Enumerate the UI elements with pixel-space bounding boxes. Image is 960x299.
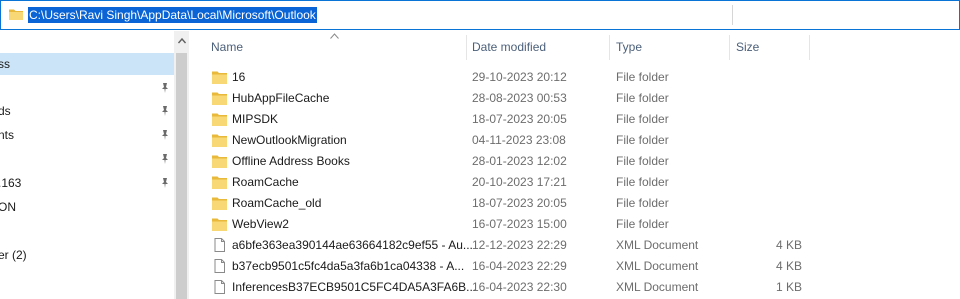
file-type: XML Document bbox=[616, 238, 699, 252]
document-icon bbox=[214, 280, 225, 294]
pin-icon[interactable] bbox=[160, 130, 170, 140]
file-type: File folder bbox=[616, 133, 669, 147]
file-name[interactable]: 16 bbox=[232, 67, 245, 88]
column-header-size[interactable]: Size bbox=[736, 31, 759, 63]
nav-item[interactable] bbox=[0, 77, 174, 99]
nav-item[interactable]: ds bbox=[0, 100, 174, 122]
nav-item[interactable]: nts bbox=[0, 124, 174, 146]
address-bar[interactable]: C:\Users\Ravi Singh\AppData\Local\Micros… bbox=[0, 0, 960, 30]
file-row[interactable]: RoamCache_old 18-07-2023 20:05 File fold… bbox=[190, 193, 960, 214]
file-type: File folder bbox=[616, 112, 669, 126]
file-date: 18-07-2023 20:05 bbox=[472, 196, 567, 210]
file-row[interactable]: RoamCache 20-10-2023 17:21 File folder bbox=[190, 172, 960, 193]
file-type: File folder bbox=[616, 217, 669, 231]
address-path[interactable]: C:\Users\Ravi Singh\AppData\Local\Micros… bbox=[28, 7, 317, 23]
file-type: File folder bbox=[616, 196, 669, 210]
sort-ascending-icon bbox=[330, 33, 339, 39]
pin-icon[interactable] bbox=[160, 178, 170, 188]
column-divider[interactable] bbox=[466, 35, 467, 60]
file-date: 18-07-2023 20:05 bbox=[472, 112, 567, 126]
nav-item[interactable] bbox=[0, 220, 174, 242]
nav-item-label: nts bbox=[0, 128, 15, 142]
nav-item[interactable]: ON bbox=[0, 196, 174, 218]
file-size: 4 KB bbox=[775, 259, 802, 273]
file-row[interactable]: NewOutlookMigration 04-11-2023 23:08 Fil… bbox=[190, 130, 960, 151]
folder-icon bbox=[212, 155, 227, 168]
file-name[interactable]: MIPSDK bbox=[232, 109, 278, 130]
file-date: 04-11-2023 23:08 bbox=[472, 133, 566, 147]
column-header-date[interactable]: Date modified bbox=[472, 31, 546, 63]
nav-item-label: .163 bbox=[0, 176, 22, 190]
nav-item[interactable]: .163 bbox=[0, 172, 174, 194]
file-row[interactable]: 16 29-10-2023 20:12 File folder bbox=[190, 67, 960, 88]
file-name[interactable]: Offline Address Books bbox=[232, 151, 350, 172]
folder-icon bbox=[212, 197, 227, 210]
file-date: 16-04-2023 22:30 bbox=[472, 280, 567, 294]
file-type: File folder bbox=[616, 91, 669, 105]
file-type: File folder bbox=[616, 175, 669, 189]
file-date: 16-07-2023 15:00 bbox=[472, 217, 567, 231]
file-date: 28-01-2023 12:02 bbox=[472, 154, 567, 168]
nav-item-label: er (2) bbox=[0, 248, 27, 262]
file-type: XML Document bbox=[616, 280, 699, 294]
file-date: 20-10-2023 17:21 bbox=[472, 175, 567, 189]
file-row[interactable]: Offline Address Books 28-01-2023 12:02 F… bbox=[190, 151, 960, 172]
column-divider[interactable] bbox=[809, 35, 810, 60]
chevron-up-icon[interactable] bbox=[178, 37, 186, 45]
folder-icon bbox=[212, 71, 227, 84]
folder-icon bbox=[9, 9, 23, 20]
column-header-type[interactable]: Type bbox=[616, 31, 642, 63]
address-divider bbox=[732, 5, 733, 25]
file-name[interactable]: RoamCache_old bbox=[232, 193, 321, 214]
file-row[interactable]: HubAppFileCache 28-08-2023 00:53 File fo… bbox=[190, 88, 960, 109]
document-icon bbox=[214, 238, 225, 252]
pin-icon[interactable] bbox=[160, 83, 170, 93]
nav-item[interactable]: ss bbox=[0, 53, 174, 75]
file-name[interactable]: b37ecb9501c5fc4da5a3fa6b1ca04338 - A... bbox=[232, 256, 464, 277]
file-date: 12-12-2023 22:29 bbox=[472, 238, 567, 252]
file-date: 16-04-2023 22:29 bbox=[472, 259, 567, 273]
column-header-name[interactable]: Name bbox=[211, 31, 243, 63]
folder-icon bbox=[212, 134, 227, 147]
file-type: File folder bbox=[616, 70, 669, 84]
file-name[interactable]: WebView2 bbox=[232, 214, 289, 235]
nav-scrollbar[interactable] bbox=[174, 31, 189, 299]
column-divider[interactable] bbox=[729, 35, 730, 60]
pin-icon[interactable] bbox=[160, 154, 170, 164]
column-divider[interactable] bbox=[609, 35, 610, 60]
file-type: XML Document bbox=[616, 259, 699, 273]
file-name[interactable]: InferencesB37ECB9501C5FC4DA5A3FA6B... bbox=[232, 277, 476, 298]
file-size: 4 KB bbox=[775, 238, 802, 252]
pin-icon[interactable] bbox=[160, 106, 170, 116]
nav-item-label: ON bbox=[0, 200, 16, 214]
nav-item-label: ds bbox=[0, 104, 11, 118]
folder-icon bbox=[212, 176, 227, 189]
file-row[interactable]: WebView2 16-07-2023 15:00 File folder bbox=[190, 214, 960, 235]
scrollbar-thumb[interactable] bbox=[176, 53, 187, 299]
file-date: 28-08-2023 00:53 bbox=[472, 91, 567, 105]
file-name[interactable]: NewOutlookMigration bbox=[232, 130, 347, 151]
folder-icon bbox=[212, 218, 227, 231]
folder-icon bbox=[212, 113, 227, 126]
file-date: 29-10-2023 20:12 bbox=[472, 70, 567, 84]
file-row[interactable]: MIPSDK 18-07-2023 20:05 File folder bbox=[190, 109, 960, 130]
file-row[interactable]: a6bfe363ea390144ae63664182c9ef55 - Au...… bbox=[190, 235, 960, 256]
file-name[interactable]: a6bfe363ea390144ae63664182c9ef55 - Au... bbox=[232, 235, 473, 256]
document-icon bbox=[214, 259, 225, 273]
file-row[interactable]: InferencesB37ECB9501C5FC4DA5A3FA6B... 16… bbox=[190, 277, 960, 298]
file-name[interactable]: RoamCache bbox=[232, 172, 299, 193]
folder-icon bbox=[212, 92, 227, 105]
file-name[interactable]: HubAppFileCache bbox=[232, 88, 329, 109]
nav-item[interactable] bbox=[0, 148, 174, 170]
file-size: 1 KB bbox=[775, 280, 802, 294]
nav-item-label: ss bbox=[0, 57, 10, 71]
nav-item[interactable]: er (2) bbox=[0, 244, 174, 266]
navigation-pane: ss ds nts .163 ON er (2) bbox=[0, 31, 174, 299]
file-type: File folder bbox=[616, 154, 669, 168]
file-row[interactable]: b37ecb9501c5fc4da5a3fa6b1ca04338 - A... … bbox=[190, 256, 960, 277]
